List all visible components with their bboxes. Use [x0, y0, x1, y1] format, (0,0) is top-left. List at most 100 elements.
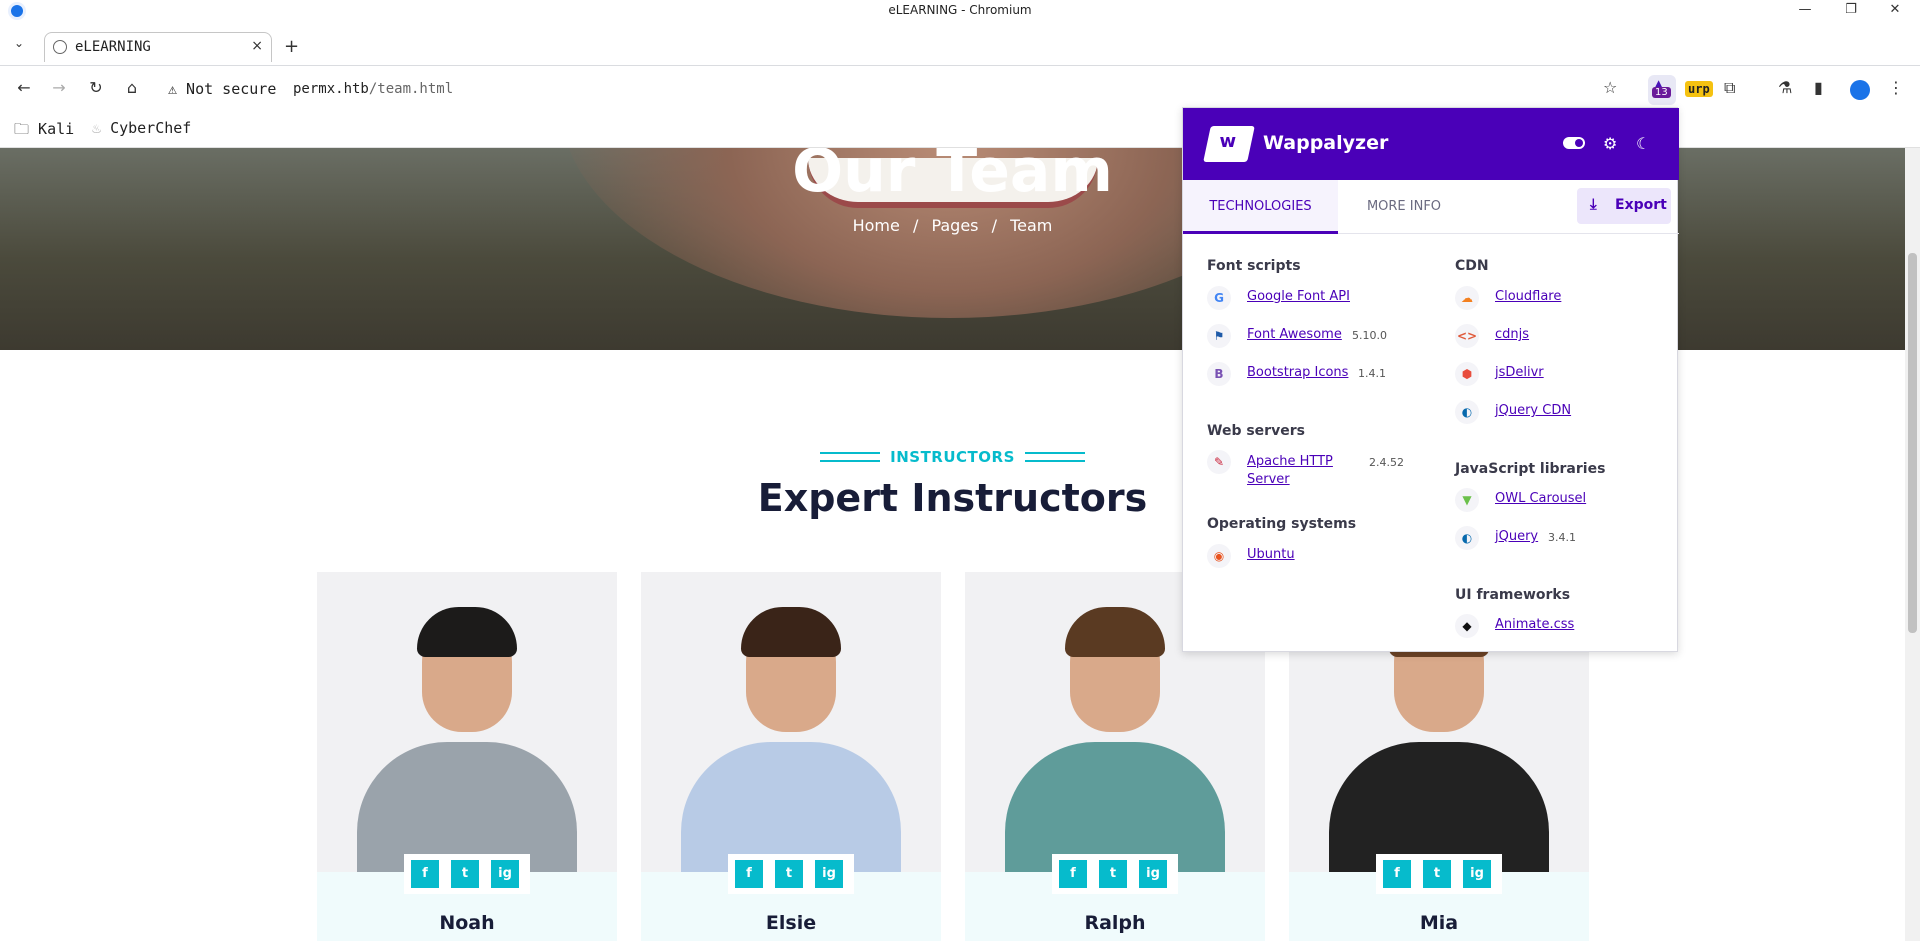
new-tab-button[interactable]: +: [284, 36, 299, 57]
tab-close-icon[interactable]: ×: [251, 38, 263, 54]
photo-shirt: [357, 742, 577, 872]
facebook-icon[interactable]: f: [411, 860, 439, 888]
dark-mode-moon-icon[interactable]: ☾: [1636, 134, 1650, 153]
reload-icon[interactable]: ↻: [85, 78, 107, 97]
extensions-puzzle-icon[interactable]: ⧉: [1724, 78, 1735, 98]
technology-logo-icon: B: [1207, 362, 1231, 386]
wappalyzer-header: w Wappalyzer ⚙ ☾: [1183, 108, 1679, 180]
technology-link[interactable]: Ubuntu: [1247, 547, 1295, 562]
technology-logo-icon: ✎: [1207, 450, 1231, 474]
category-heading: UI frameworks: [1455, 587, 1571, 603]
home-icon[interactable]: ⌂: [121, 78, 143, 97]
breadcrumb-separator: /: [912, 216, 919, 235]
forward-icon[interactable]: →: [48, 78, 70, 97]
side-panel-icon[interactable]: ▮: [1814, 78, 1823, 97]
bookmark-cyberchef[interactable]: ♨ CyberChef: [92, 119, 191, 137]
export-button[interactable]: ⤓ Export: [1577, 188, 1671, 224]
tab-technologies[interactable]: TECHNOLOGIES: [1183, 180, 1338, 234]
breadcrumb-pages[interactable]: Pages: [931, 216, 978, 235]
social-links: f t ig: [404, 854, 530, 894]
twitter-icon[interactable]: t: [1423, 860, 1451, 888]
labs-flask-icon[interactable]: ⚗: [1778, 78, 1792, 97]
breadcrumb-team: Team: [1010, 216, 1053, 235]
folder-icon: 🗀: [14, 120, 30, 138]
technology-link[interactable]: OWL Carousel: [1495, 491, 1586, 506]
instructor-name: Ralph: [1084, 912, 1146, 934]
technology-logo-icon: ◆: [1455, 614, 1479, 638]
instagram-icon[interactable]: ig: [1139, 860, 1167, 888]
technology-link[interactable]: jQuery: [1495, 529, 1538, 544]
bookmark-label: CyberChef: [110, 119, 192, 137]
not-secure-indicator[interactable]: ⚠ Not secure: [168, 80, 276, 98]
close-window-icon[interactable]: ✕: [1880, 2, 1910, 17]
enable-toggle-icon[interactable]: [1563, 137, 1585, 149]
profile-avatar-icon[interactable]: [1850, 80, 1870, 100]
technology-link[interactable]: Google Font API: [1247, 289, 1350, 304]
burp-extension-icon[interactable]: urp: [1685, 81, 1713, 97]
wappalyzer-brand: Wappalyzer: [1263, 132, 1389, 154]
category-heading: CDN: [1455, 258, 1489, 274]
tab-strip: ⌄ eLEARNING × +: [0, 22, 1920, 66]
address-bar[interactable]: ⚠ Not secure permx.htb/team.html: [160, 74, 1580, 104]
technology-link[interactable]: Animate.css: [1495, 617, 1574, 632]
photo-shirt: [1329, 742, 1549, 872]
instructor-name: Elsie: [765, 912, 817, 934]
download-icon: ⤓: [1590, 195, 1597, 213]
subtitle-deco-right: [1025, 452, 1085, 462]
instagram-icon[interactable]: ig: [815, 860, 843, 888]
twitter-icon[interactable]: t: [775, 860, 803, 888]
menu-kebab-icon[interactable]: ⋮: [1888, 78, 1904, 97]
facebook-icon[interactable]: f: [1059, 860, 1087, 888]
minimize-icon[interactable]: —: [1790, 2, 1820, 17]
instagram-icon[interactable]: ig: [491, 860, 519, 888]
window-title: eLEARNING - Chromium: [888, 3, 1032, 17]
tab-search-icon[interactable]: ⌄: [14, 36, 24, 50]
extension-count-badge: 13: [1652, 87, 1671, 98]
instagram-icon[interactable]: ig: [1463, 860, 1491, 888]
technology-logo-icon: ☁: [1455, 286, 1479, 310]
breadcrumb-home[interactable]: Home: [853, 216, 900, 235]
restore-icon[interactable]: ❐: [1836, 2, 1866, 17]
tab-label: eLEARNING: [75, 39, 151, 55]
technology-logo-icon: G: [1207, 286, 1231, 310]
globe-icon: [53, 40, 67, 54]
instructor-name: Mia: [1419, 912, 1459, 934]
browser-toolbar: ← → ↻ ⌂ ⚠ Not secure permx.htb/team.html…: [0, 66, 1920, 112]
technology-logo-icon: ◐: [1455, 526, 1479, 550]
technology-logo-icon: ▼: [1455, 488, 1479, 512]
technology-link[interactable]: jQuery CDN: [1495, 403, 1571, 418]
twitter-icon[interactable]: t: [451, 860, 479, 888]
instructor-card: f t ig Noah: [317, 572, 617, 941]
photo-shirt: [1005, 742, 1225, 872]
page-scrollbar[interactable]: [1905, 148, 1920, 941]
wappalyzer-extension-button[interactable]: ▲ 13: [1648, 75, 1676, 105]
technology-logo-icon: ◐: [1455, 400, 1479, 424]
technology-link[interactable]: Cloudflare: [1495, 289, 1561, 304]
technology-link[interactable]: Font Awesome: [1247, 327, 1342, 342]
photo-hair: [741, 607, 841, 657]
social-links: f t ig: [1376, 854, 1502, 894]
facebook-icon[interactable]: f: [1383, 860, 1411, 888]
url-path: /team.html: [368, 81, 454, 97]
bookmark-folder-kali[interactable]: 🗀 Kali: [14, 119, 74, 144]
facebook-icon[interactable]: f: [735, 860, 763, 888]
technology-logo-icon: <>: [1455, 324, 1479, 348]
back-icon[interactable]: ←: [13, 78, 35, 97]
technology-link[interactable]: Bootstrap Icons: [1247, 365, 1348, 380]
technology-link[interactable]: Apache HTTP Server: [1247, 453, 1357, 489]
tab-elearning[interactable]: eLEARNING ×: [44, 32, 272, 62]
bookmark-star-icon[interactable]: ☆: [1603, 78, 1617, 97]
photo-shirt: [681, 742, 901, 872]
breadcrumb-separator: /: [991, 216, 997, 235]
technology-link[interactable]: jsDelivr: [1495, 365, 1544, 380]
scrollbar-thumb[interactable]: [1908, 253, 1917, 633]
tab-more-info[interactable]: MORE INFO: [1349, 180, 1459, 234]
url-text[interactable]: permx.htb/team.html: [293, 81, 453, 97]
technology-version: 5.10.0: [1352, 329, 1387, 342]
instructor-name: Noah: [439, 912, 495, 934]
settings-gear-icon[interactable]: ⚙: [1603, 134, 1617, 153]
twitter-icon[interactable]: t: [1099, 860, 1127, 888]
export-label: Export: [1615, 197, 1667, 213]
technology-version: 3.4.1: [1548, 531, 1576, 544]
technology-link[interactable]: cdnjs: [1495, 327, 1529, 342]
